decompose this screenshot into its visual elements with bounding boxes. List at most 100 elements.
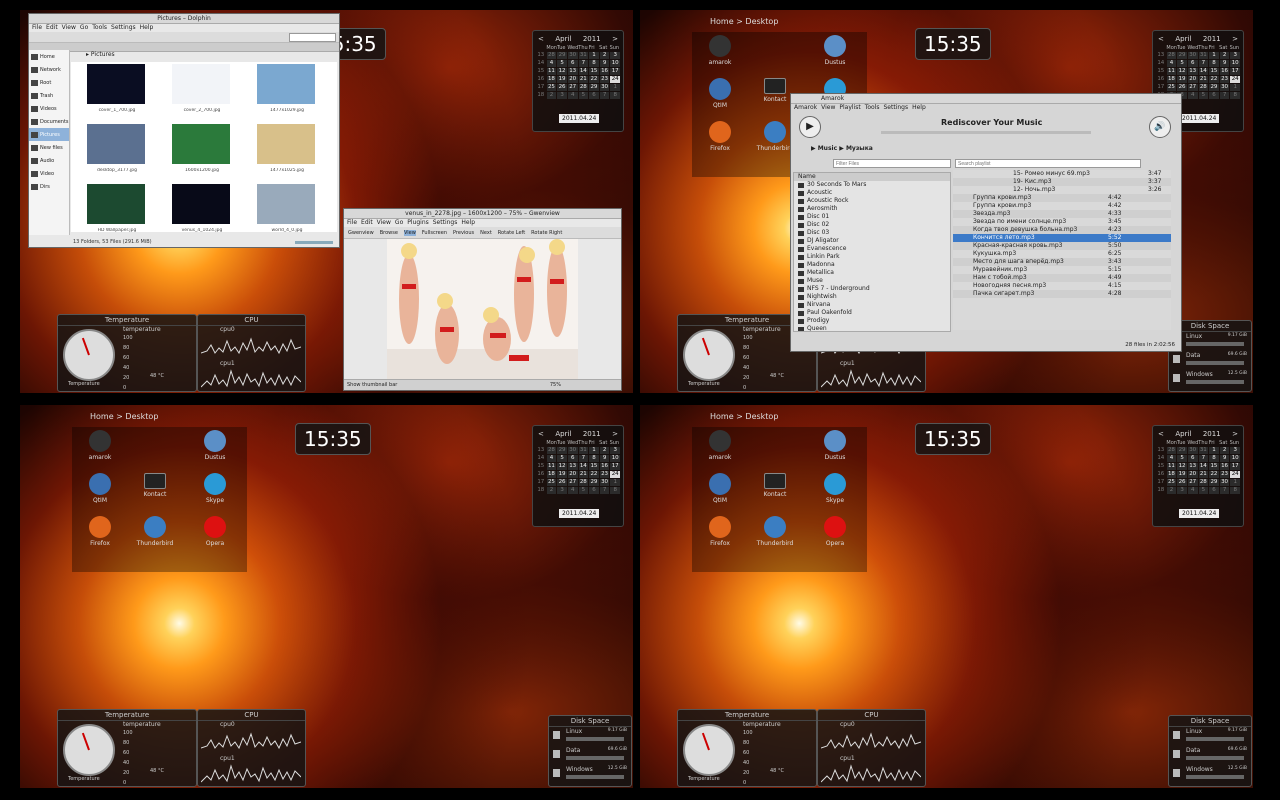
calendar-day[interactable]: 19 [1177, 471, 1187, 478]
calendar-day[interactable]: 28 [1198, 479, 1209, 486]
calendar-day[interactable]: 27 [567, 84, 578, 91]
calendar-day[interactable]: 25 [546, 479, 557, 486]
calendar-day[interactable]: 7 [1219, 92, 1230, 99]
collection-folder[interactable]: Paul Oakenfold [794, 309, 950, 317]
calendar-day[interactable]: 11 [546, 463, 557, 470]
collection-folder[interactable]: Disc 02 [794, 221, 950, 229]
calendar-day[interactable]: 6 [567, 455, 578, 462]
calendar-day[interactable]: 15 [589, 68, 599, 75]
calendar-day[interactable]: 1 [1230, 84, 1240, 91]
places-item[interactable]: Network [29, 63, 69, 76]
calendar-day[interactable]: 3 [557, 487, 567, 494]
calendar-day[interactable]: 2 [1219, 52, 1230, 59]
calendar-day[interactable]: 6 [1209, 487, 1219, 494]
zoom-slider[interactable] [295, 241, 333, 244]
amarok-window[interactable]: Amarok Amarok View Playlist Tools Settings He… [790, 93, 1182, 352]
date-field[interactable]: 2011.04.24 [1179, 509, 1220, 518]
calendar-day[interactable]: 20 [1187, 471, 1198, 478]
calendar-day[interactable]: 6 [589, 487, 599, 494]
places-item[interactable]: Root [29, 76, 69, 89]
calendar-day[interactable]: 10 [1230, 60, 1240, 67]
calendar-day[interactable]: 19 [1177, 76, 1187, 83]
calendar-day[interactable]: 9 [1219, 60, 1230, 67]
menu-help[interactable]: Help [912, 104, 926, 112]
month-label[interactable]: April [555, 35, 571, 43]
year-label[interactable]: 2011 [1203, 430, 1221, 438]
calendar-day[interactable]: 24 [610, 471, 620, 478]
playlist-track[interactable]: Когда твоя девушка больна.mp3 4:23 [953, 226, 1171, 234]
calendar-day[interactable]: 29 [1209, 479, 1219, 486]
calendar-day[interactable]: 24 [610, 76, 620, 83]
menu-edit[interactable]: Edit [46, 24, 58, 32]
calendar-day[interactable]: 5 [578, 92, 589, 99]
places-item[interactable]: Pictures [29, 128, 69, 141]
year-label[interactable]: 2011 [583, 430, 601, 438]
menu-file[interactable]: File [32, 24, 42, 32]
calendar-day[interactable]: 16 [1219, 463, 1230, 470]
breadcrumb[interactable]: Home > Desktop [710, 17, 778, 26]
calendar-day[interactable]: 31 [1198, 52, 1209, 59]
calendar-day[interactable]: 16 [1219, 68, 1230, 75]
calendar-day[interactable]: 25 [1166, 479, 1177, 486]
places-item[interactable]: Documents [29, 115, 69, 128]
file-item[interactable]: 1477x1029.jpg [257, 64, 317, 120]
calendar-day[interactable]: 4 [1187, 487, 1198, 494]
calendar-day[interactable]: 4 [1166, 455, 1177, 462]
desktop-icon-amarok[interactable]: amarok [692, 430, 748, 461]
search-playlist-input[interactable] [955, 159, 1141, 168]
gwenview-window[interactable]: venus_in_2278.jpg – 1600x1200 – 75% – Gw… [343, 208, 622, 391]
calendar-day[interactable]: 28 [546, 447, 557, 454]
toolbar-button-rotate-right[interactable]: Rotate Right [531, 230, 562, 236]
next-month-button[interactable]: > [1232, 35, 1238, 43]
desktop-icon-qtim[interactable]: QtIM [692, 473, 748, 504]
menu-help[interactable]: Help [461, 219, 475, 227]
desktop-icon-kontact[interactable]: Kontact [747, 473, 803, 498]
calendar-day[interactable]: 30 [1187, 447, 1198, 454]
menu-tools[interactable]: Tools [92, 24, 107, 32]
calendar-day[interactable]: 23 [1219, 471, 1230, 478]
menu-playlist[interactable]: Playlist [839, 104, 860, 112]
calendar-day[interactable]: 4 [546, 455, 557, 462]
calendar-day[interactable]: 10 [610, 455, 620, 462]
calendar-day[interactable]: 20 [1187, 76, 1198, 83]
calendar-day[interactable]: 28 [578, 479, 589, 486]
calendar-day[interactable]: 22 [1209, 471, 1219, 478]
calendar-day[interactable]: 12 [557, 463, 567, 470]
calendar-day[interactable]: 12 [1177, 463, 1187, 470]
toolbar-button-rotate-left[interactable]: Rotate Left [498, 230, 525, 236]
menu-edit[interactable]: Edit [361, 219, 373, 227]
desktop-icon-amarok[interactable]: amarok [72, 430, 128, 461]
calendar-day[interactable]: 28 [578, 84, 589, 91]
desktop-icon-opera[interactable]: Opera [187, 516, 243, 547]
calendar-day[interactable]: 9 [599, 455, 610, 462]
desktop-icon-thunderbird[interactable]: Thunderbird [127, 516, 183, 547]
desktop-icon-firefox[interactable]: Firefox [692, 516, 748, 547]
file-item[interactable]: desktop_3177.jpg [87, 124, 147, 180]
calendar-day[interactable]: 29 [557, 447, 567, 454]
calendar-day[interactable]: 2 [546, 487, 557, 494]
menu-amarok[interactable]: Amarok [794, 104, 817, 112]
calendar-day[interactable]: 31 [578, 447, 589, 454]
menu-plugins[interactable]: Plugins [407, 219, 429, 227]
places-item[interactable]: Videos [29, 102, 69, 115]
calendar-day[interactable]: 17 [610, 463, 620, 470]
calendar-day[interactable]: 11 [1166, 463, 1177, 470]
calendar-day[interactable]: 17 [610, 68, 620, 75]
crumb-music[interactable]: Music [818, 145, 837, 152]
calendar-day[interactable]: 3 [610, 447, 620, 454]
collection-folder[interactable]: Muse [794, 277, 950, 285]
calendar-day[interactable]: 29 [589, 479, 599, 486]
calendar-day[interactable]: 20 [567, 471, 578, 478]
breadcrumb[interactable]: Home > Desktop [710, 412, 778, 421]
playlist-track[interactable]: Звезда.mp3 4:33 [953, 210, 1171, 218]
calendar-day[interactable]: 14 [1198, 463, 1209, 470]
calendar-day[interactable]: 29 [1177, 52, 1187, 59]
desktop-4[interactable]: Home > Desktop 15:35 < April 2011 > Mon Tu… [640, 405, 1253, 788]
calendar-day[interactable]: 29 [589, 84, 599, 91]
collection-folder[interactable]: NFS 7 - Underground [794, 285, 950, 293]
date-field[interactable]: 2011.04.24 [559, 509, 600, 518]
zoom-value[interactable]: 75% [550, 382, 561, 388]
calendar-day[interactable]: 19 [557, 471, 567, 478]
desktop-icon-firefox[interactable]: Firefox [692, 121, 748, 152]
calendar-day[interactable]: 1 [610, 84, 620, 91]
